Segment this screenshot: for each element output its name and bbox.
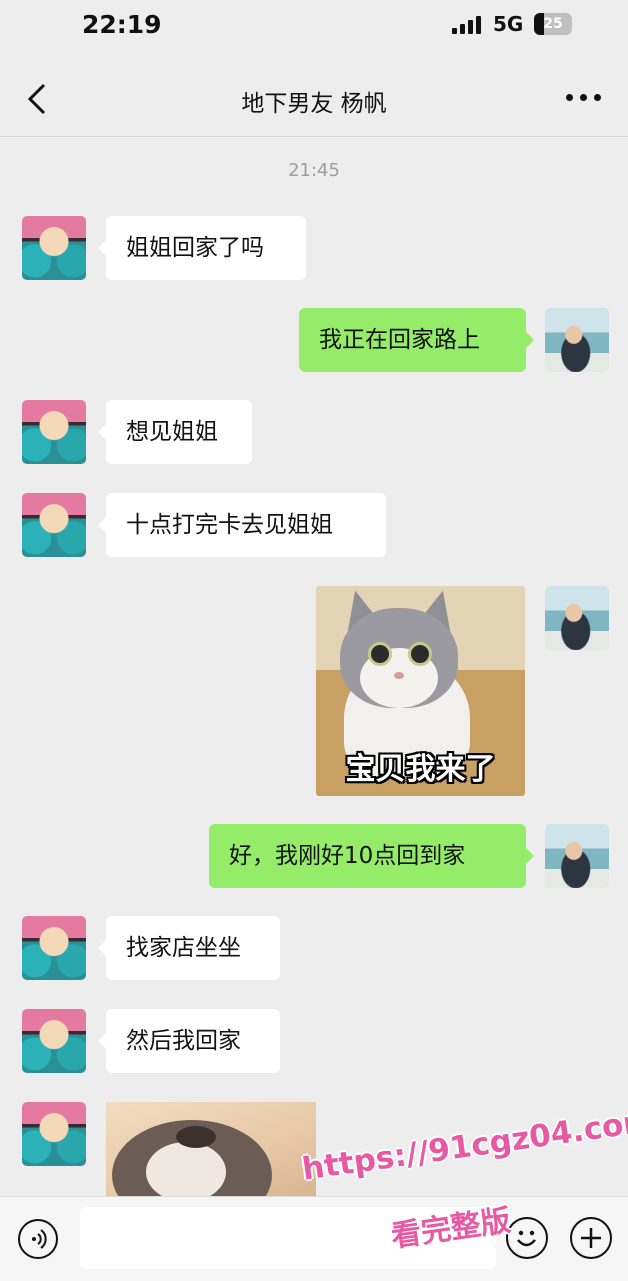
contact-avatar[interactable]: [22, 1102, 86, 1166]
watermark-url: https://91cgz04.com: [300, 1102, 628, 1188]
message-timestamp: 21:45: [288, 160, 340, 181]
incoming-message[interactable]: 姐姐回家了吗: [98, 216, 306, 280]
network-type: 5G: [493, 12, 524, 36]
outgoing-message[interactable]: 我正在回家路上: [299, 308, 534, 372]
incoming-message[interactable]: 十点打完卡去见姐姐: [98, 493, 386, 557]
plus-icon[interactable]: [570, 1217, 612, 1259]
input-bar: [0, 1196, 628, 1281]
incoming-message[interactable]: 想见姐姐: [98, 400, 252, 464]
my-avatar[interactable]: [545, 308, 609, 372]
incoming-message[interactable]: 找家店坐坐: [98, 916, 280, 980]
chat-title: 地下男友 杨帆: [241, 91, 387, 117]
chat-header: 地下男友 杨帆: [0, 60, 628, 137]
contact-avatar[interactable]: [22, 916, 86, 980]
voice-icon[interactable]: [18, 1219, 58, 1259]
battery-level: 25: [543, 16, 563, 32]
contact-avatar[interactable]: [22, 1009, 86, 1073]
sticker-caption: 宝贝我来了: [345, 752, 496, 787]
status-bar: 22:19 5G 25: [0, 0, 628, 50]
contact-avatar[interactable]: [22, 400, 86, 464]
my-avatar[interactable]: [545, 824, 609, 888]
incoming-message[interactable]: 然后我回家: [98, 1009, 280, 1073]
contact-avatar[interactable]: [22, 216, 86, 280]
status-time: 22:19: [82, 10, 162, 39]
my-avatar[interactable]: [545, 586, 609, 650]
cat-sticker[interactable]: 宝贝我来了: [316, 586, 525, 796]
outgoing-message[interactable]: 好，我刚好10点回到家: [209, 824, 534, 888]
image-message[interactable]: [106, 1102, 316, 1198]
contact-avatar[interactable]: [22, 493, 86, 557]
battery-icon: 25: [534, 13, 572, 35]
signal-icon: [452, 16, 482, 34]
more-dots-icon[interactable]: [566, 94, 602, 104]
